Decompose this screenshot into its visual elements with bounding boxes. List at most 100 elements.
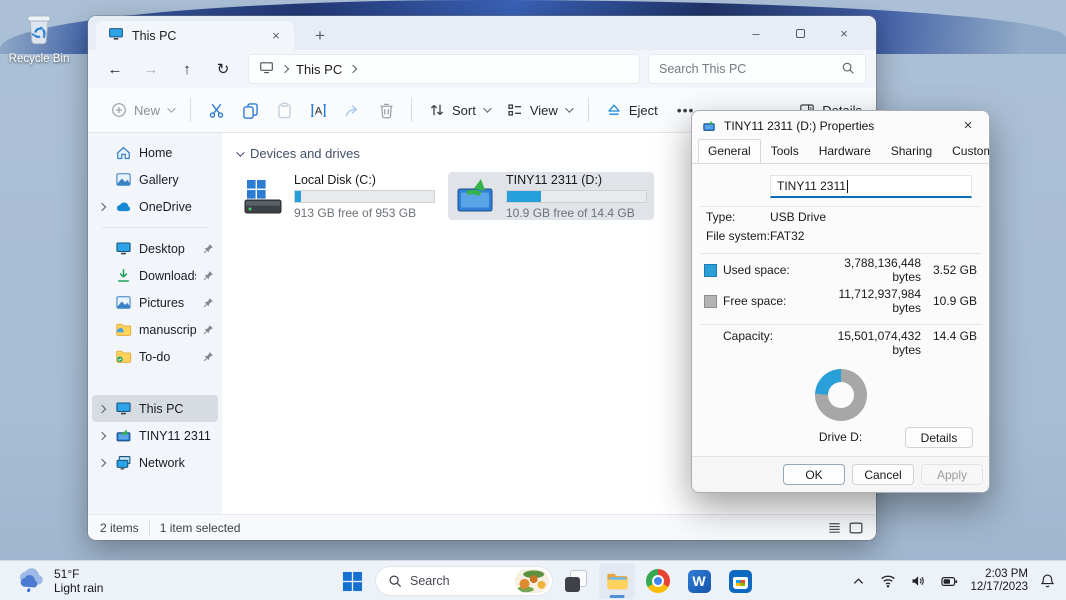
breadcrumb-chevron-icon — [281, 65, 289, 73]
apply-button[interactable]: Apply — [921, 464, 983, 485]
expand-chevron-icon[interactable] — [98, 458, 106, 466]
word-taskbar-button[interactable]: W — [681, 563, 717, 599]
synced-folder-icon — [115, 321, 132, 338]
tab-customize[interactable]: Customize — [942, 139, 990, 163]
navigation-pane: Home Gallery OneDrive Desktop — [88, 133, 222, 514]
search-icon — [388, 574, 402, 588]
start-button[interactable] — [334, 563, 370, 599]
sidebar-item-home[interactable]: Home — [92, 139, 218, 166]
drive-free-space: 913 GB free of 953 GB — [294, 206, 435, 220]
dialog-tabs: General Tools Hardware Sharing Customize — [692, 140, 989, 164]
this-pc-icon — [115, 400, 132, 417]
notifications-button[interactable] — [1037, 570, 1058, 592]
sidebar-item-todo[interactable]: To-do — [92, 343, 218, 370]
expand-chevron-icon[interactable] — [98, 431, 106, 439]
sidebar-item-desktop[interactable]: Desktop — [92, 235, 218, 262]
windows-logo-icon — [342, 571, 363, 592]
tab-this-pc[interactable]: This PC × — [96, 21, 294, 50]
ok-button[interactable]: OK — [783, 464, 845, 485]
free-space-gb: 10.9 GB — [921, 294, 977, 308]
dialog-close-icon[interactable]: × — [957, 117, 979, 134]
breadcrumb-this-pc[interactable]: This PC — [296, 62, 342, 77]
store-taskbar-button[interactable] — [722, 563, 758, 599]
drive-tile-tiny11-d[interactable]: TINY11 2311 (D:) 10.9 GB free of 14.4 GB — [448, 172, 654, 220]
battery-icon — [941, 575, 958, 588]
refresh-button[interactable]: ↻ — [206, 54, 240, 84]
tab-hardware[interactable]: Hardware — [809, 139, 881, 163]
sidebar-item-gallery[interactable]: Gallery — [92, 166, 218, 193]
copy-button[interactable] — [233, 94, 267, 126]
details-button[interactable]: Details — [905, 427, 973, 448]
used-space-swatch — [704, 264, 717, 277]
capacity-bytes: 15,501,074,432 bytes — [819, 329, 921, 357]
paste-button[interactable] — [267, 94, 301, 126]
wifi-icon — [880, 574, 896, 588]
wifi-tray-button[interactable] — [877, 571, 899, 591]
sidebar-item-usb-drive[interactable]: TINY11 2311 (D:) — [92, 422, 218, 449]
free-space-swatch — [704, 295, 717, 308]
computer-icon — [259, 60, 274, 78]
taskbar-search-box[interactable]: Search — [375, 566, 553, 596]
share-button[interactable] — [335, 94, 369, 126]
new-button[interactable]: New — [102, 95, 182, 125]
sidebar-item-manuscript[interactable]: manuscript — [92, 316, 218, 343]
weather-condition: Light rain — [54, 581, 103, 595]
collapse-chevron-icon[interactable] — [236, 148, 244, 156]
file-explorer-taskbar-button[interactable] — [599, 563, 635, 599]
used-space-bytes: 3,788,136,448 bytes — [819, 256, 921, 284]
sidebar-item-onedrive[interactable]: OneDrive — [92, 193, 218, 220]
drive-free-space: 10.9 GB free of 14.4 GB — [506, 206, 647, 220]
chevron-down-icon — [565, 104, 573, 112]
sidebar-item-downloads[interactable]: Downloads — [92, 262, 218, 289]
sidebar-item-this-pc[interactable]: This PC — [92, 395, 218, 422]
chrome-taskbar-button[interactable] — [640, 563, 676, 599]
explorer-search-box[interactable]: Search This PC — [648, 54, 866, 84]
search-placeholder: Search This PC — [659, 62, 841, 76]
tab-sharing[interactable]: Sharing — [881, 139, 942, 163]
task-view-icon — [565, 570, 587, 592]
drive-tile-local-disk-c[interactable]: Local Disk (C:) 913 GB free of 953 GB — [236, 172, 442, 220]
cut-button[interactable] — [199, 94, 233, 126]
tab-general[interactable]: General — [698, 139, 761, 163]
tab-tools[interactable]: Tools — [761, 139, 809, 163]
back-button[interactable]: ← — [98, 54, 132, 84]
usb-drive-icon — [115, 427, 132, 444]
recycle-bin-desktop-icon[interactable]: Recycle Bin — [6, 8, 72, 65]
forward-button[interactable]: → — [134, 54, 168, 84]
tray-time: 2:03 PM — [970, 568, 1028, 582]
usb-drive-icon — [455, 176, 497, 216]
eject-button[interactable]: Eject — [597, 95, 667, 125]
sidebar-item-network[interactable]: Network — [92, 449, 218, 476]
maximize-button[interactable] — [778, 26, 822, 41]
drive-usage-bar — [506, 190, 647, 203]
home-icon — [115, 144, 132, 161]
minimize-button[interactable]: – — [734, 26, 778, 41]
volume-tray-button[interactable] — [908, 571, 929, 591]
close-window-button[interactable]: × — [822, 26, 866, 41]
sort-button[interactable]: Sort — [420, 95, 498, 125]
view-button[interactable]: View — [498, 95, 580, 125]
dialog-title: TINY11 2311 (D:) Properties — [724, 119, 949, 133]
expand-chevron-icon[interactable] — [98, 202, 106, 210]
task-view-button[interactable] — [558, 563, 594, 599]
details-view-icon[interactable] — [827, 520, 842, 535]
tab-close-icon[interactable]: × — [266, 26, 286, 46]
volume-label-input[interactable]: TINY11 2311 — [770, 175, 972, 198]
sidebar-item-pictures[interactable]: Pictures — [92, 289, 218, 316]
drive-name: Local Disk (C:) — [294, 173, 435, 187]
cancel-button[interactable]: Cancel — [852, 464, 914, 485]
battery-tray-button[interactable] — [938, 572, 961, 591]
chevron-down-icon — [483, 104, 491, 112]
up-button[interactable]: ↑ — [170, 54, 204, 84]
expand-chevron-icon[interactable] — [98, 404, 106, 412]
widgets-weather-button[interactable]: 51°F Light rain — [10, 561, 109, 600]
breadcrumb[interactable]: This PC — [248, 54, 640, 84]
tray-overflow-button[interactable] — [849, 572, 868, 591]
large-icons-view-icon[interactable] — [848, 520, 864, 536]
type-label: Type: — [706, 210, 770, 224]
clock[interactable]: 2:03 PM 12/17/2023 — [970, 568, 1028, 595]
microsoft-store-icon — [729, 570, 752, 593]
rename-button[interactable]: A — [301, 94, 335, 126]
delete-button[interactable] — [369, 94, 403, 126]
new-tab-button[interactable]: + — [310, 26, 330, 46]
